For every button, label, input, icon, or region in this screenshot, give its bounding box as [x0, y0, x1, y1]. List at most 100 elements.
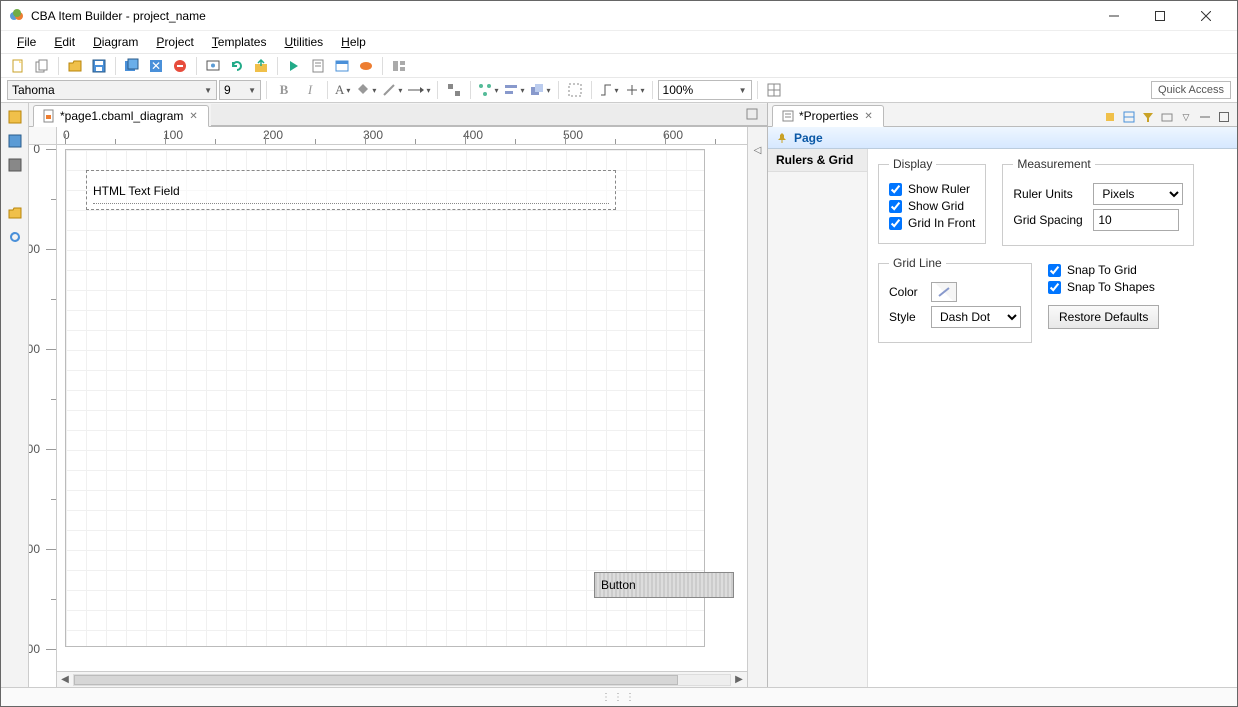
- grid-toggle-icon[interactable]: [763, 79, 785, 101]
- outline-view-icon[interactable]: [5, 107, 25, 127]
- prop-tool-restore-icon[interactable]: [1158, 108, 1176, 126]
- refresh-icon[interactable]: [226, 55, 248, 77]
- distribute-button[interactable]: ▾: [476, 80, 500, 100]
- prop-tool-categories-icon[interactable]: [1120, 108, 1138, 126]
- snap-to-grid-label: Snap To Grid: [1067, 263, 1137, 277]
- properties-tab-close-icon[interactable]: ✕: [862, 111, 874, 122]
- font-size-select[interactable]: 9▼: [219, 80, 261, 100]
- editor-side-rail: ◁: [747, 127, 767, 687]
- palette-view-icon[interactable]: [5, 155, 25, 175]
- save-all-icon[interactable]: [121, 55, 143, 77]
- left-rail: [1, 103, 29, 687]
- canvas-viewport[interactable]: HTML Text Field Button: [57, 145, 747, 671]
- html-text-field-element[interactable]: HTML Text Field: [86, 170, 616, 210]
- category-rulers-grid[interactable]: Rulers & Grid: [768, 149, 867, 172]
- preview-icon[interactable]: [202, 55, 224, 77]
- menu-edit[interactable]: Edit: [46, 33, 83, 51]
- export-icon[interactable]: [250, 55, 272, 77]
- properties-tab-label: *Properties: [799, 109, 858, 123]
- new-icon[interactable]: [7, 55, 29, 77]
- toolbar-main: ✕: [1, 53, 1237, 77]
- snap-to-shapes-label: Snap To Shapes: [1067, 280, 1155, 294]
- panel-icon[interactable]: [331, 55, 353, 77]
- grid-in-front-label: Grid In Front: [908, 216, 975, 230]
- prop-tool-filter-icon[interactable]: [1139, 108, 1157, 126]
- zoom-select[interactable]: 100%▼: [658, 80, 752, 100]
- fill-color-button[interactable]: ▾: [354, 80, 378, 100]
- open-icon[interactable]: [64, 55, 86, 77]
- order-button[interactable]: ▾: [528, 80, 552, 100]
- properties-icon: [781, 109, 795, 123]
- page-icon[interactable]: [307, 55, 329, 77]
- html-text-field-label: HTML Text Field: [93, 184, 180, 198]
- font-select[interactable]: Tahoma▼: [7, 80, 217, 100]
- show-grid-label: Show Grid: [908, 199, 964, 213]
- maximize-button[interactable]: [1137, 1, 1183, 31]
- tab-close-icon[interactable]: ✕: [187, 111, 199, 122]
- run-icon[interactable]: [283, 55, 305, 77]
- window-title: CBA Item Builder - project_name: [31, 9, 1091, 23]
- prop-tool-maximize-icon[interactable]: [1215, 108, 1233, 126]
- resize-grip-icon[interactable]: ⋮⋮⋮: [601, 692, 637, 703]
- editor-tab[interactable]: *page1.cbaml_diagram ✕: [33, 105, 209, 127]
- ruler-units-select[interactable]: Pixels: [1093, 183, 1183, 205]
- sync-view-icon[interactable]: [5, 227, 25, 247]
- select-tool-icon[interactable]: [443, 79, 465, 101]
- prop-tool-menu-icon[interactable]: ▽: [1177, 108, 1195, 126]
- menu-templates[interactable]: Templates: [204, 33, 275, 51]
- shape-ellipse-icon[interactable]: [355, 55, 377, 77]
- show-ruler-label: Show Ruler: [908, 182, 970, 196]
- gridline-style-select[interactable]: Dash Dot: [931, 306, 1021, 328]
- tab-menu-icon[interactable]: [743, 105, 761, 123]
- scroll-left-icon[interactable]: ◀: [57, 674, 73, 685]
- menu-utilities[interactable]: Utilities: [276, 33, 331, 51]
- show-ruler-checkbox[interactable]: [889, 183, 902, 196]
- italic-button[interactable]: I: [298, 80, 322, 100]
- grid-spacing-input[interactable]: [1093, 209, 1179, 231]
- scroll-right-icon[interactable]: ▶: [731, 674, 747, 685]
- arrow-style-button[interactable]: ▾: [406, 80, 432, 100]
- menu-help[interactable]: Help: [333, 33, 374, 51]
- snap-to-shapes-checkbox[interactable]: [1048, 281, 1061, 294]
- gridline-color-swatch[interactable]: [931, 282, 957, 302]
- copy-icon[interactable]: [31, 55, 53, 77]
- quick-access-button[interactable]: Quick Access: [1151, 81, 1231, 99]
- connector-button[interactable]: ▾: [597, 80, 621, 100]
- scrollbar-thumb[interactable]: [74, 675, 678, 685]
- minimize-button[interactable]: [1091, 1, 1137, 31]
- close-project-icon[interactable]: ✕: [145, 55, 167, 77]
- grid-in-front-checkbox[interactable]: [889, 217, 902, 230]
- page-canvas[interactable]: HTML Text Field Button: [65, 149, 705, 647]
- router-button[interactable]: ▾: [623, 80, 647, 100]
- app-icon: [9, 8, 25, 24]
- editor-tab-strip: *page1.cbaml_diagram ✕: [29, 103, 767, 127]
- menu-diagram[interactable]: Diagram: [85, 33, 146, 51]
- restore-defaults-button[interactable]: Restore Defaults: [1048, 305, 1159, 329]
- gridline-color-label: Color: [889, 285, 923, 299]
- folder-view-icon[interactable]: [5, 203, 25, 223]
- save-icon[interactable]: [88, 55, 110, 77]
- align-button[interactable]: ▾: [502, 80, 526, 100]
- horizontal-scrollbar[interactable]: ◀ ▶: [57, 671, 747, 687]
- measurement-group: Measurement Ruler Units Pixels Grid Spac…: [1002, 157, 1194, 246]
- show-grid-checkbox[interactable]: [889, 200, 902, 213]
- grid-spacing-label: Grid Spacing: [1013, 213, 1085, 227]
- line-color-button[interactable]: ▾: [380, 80, 404, 100]
- close-button[interactable]: [1183, 1, 1229, 31]
- bold-button[interactable]: B: [272, 80, 296, 100]
- gridline-style-label: Style: [889, 310, 923, 324]
- layout-icon[interactable]: [388, 55, 410, 77]
- menu-project[interactable]: Project: [148, 33, 201, 51]
- button-element[interactable]: Button: [594, 572, 734, 598]
- group-icon[interactable]: [564, 79, 586, 101]
- horizontal-ruler: 0100200300400500600: [57, 127, 747, 145]
- snap-to-grid-checkbox[interactable]: [1048, 264, 1061, 277]
- navigator-view-icon[interactable]: [5, 131, 25, 151]
- properties-tab[interactable]: *Properties ✕: [772, 105, 884, 127]
- prop-tool-pin-icon[interactable]: [1101, 108, 1119, 126]
- menu-file[interactable]: File: [9, 33, 44, 51]
- prop-tool-minimize-icon[interactable]: [1196, 108, 1214, 126]
- font-color-button[interactable]: A▾: [333, 80, 352, 100]
- collapse-palette-icon[interactable]: ◁: [754, 145, 762, 156]
- delete-icon[interactable]: [169, 55, 191, 77]
